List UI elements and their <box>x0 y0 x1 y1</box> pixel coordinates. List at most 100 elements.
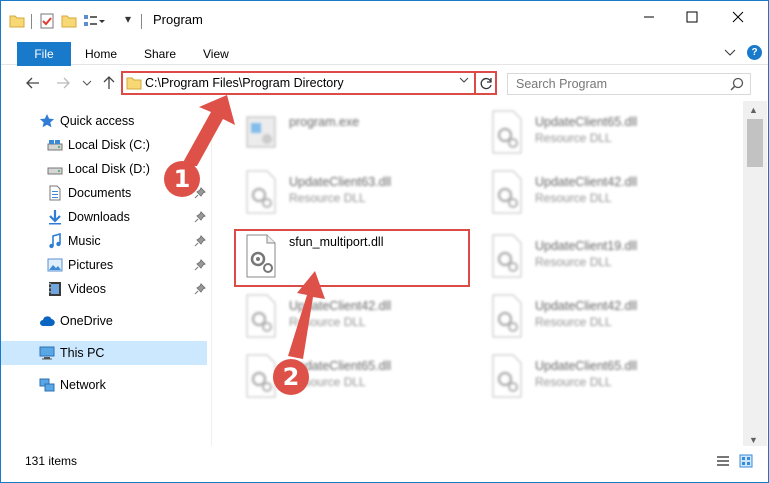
file-type: Resource DLL <box>535 191 612 205</box>
file-type: Resource DLL <box>535 315 612 329</box>
navigation-pane: Quick access Local Disk (C:) Local Disk … <box>1 101 211 446</box>
sidebar-item-label: Local Disk (C:) <box>68 138 150 152</box>
qat-dropdown-icon[interactable]: ▾ <box>125 12 131 28</box>
up-arrow-icon <box>103 76 115 89</box>
sidebar-item-quick-access[interactable]: Quick access <box>1 109 207 133</box>
callout-two: 2 <box>273 359 309 395</box>
file-item[interactable]: UpdateClient19.dll Resource DLL <box>481 227 711 283</box>
file-name: UpdateClient42.dll <box>535 175 638 189</box>
file-name: UpdateClient63.dll <box>289 175 392 189</box>
refresh-button[interactable] <box>474 73 496 93</box>
documents-icon <box>49 185 61 201</box>
new-folder-icon[interactable] <box>61 13 77 29</box>
file-item[interactable]: UpdateClient65.dll Resource DLL <box>481 347 711 403</box>
tab-file[interactable]: File <box>17 42 71 66</box>
pictures-icon <box>47 258 63 272</box>
sidebar-item-local-disk-c[interactable]: Local Disk (C:) <box>1 133 207 157</box>
file-item[interactable]: UpdateClient42.dll Resource DLL <box>481 287 711 343</box>
file-item[interactable]: UpdateClient42.dll Resource DLL <box>481 163 711 219</box>
cloud-icon <box>40 316 55 327</box>
back-button[interactable] <box>25 75 41 91</box>
dll-file-icon <box>246 170 276 214</box>
music-icon <box>49 233 61 249</box>
callout-one: 1 <box>164 161 200 197</box>
folder-icon <box>9 15 25 28</box>
pin-icon[interactable] <box>194 235 206 247</box>
customize-toolbar-icon[interactable] <box>83 13 105 29</box>
address-bar[interactable]: C:\Program Files\Program Directory <box>121 71 497 95</box>
toolbar-separator <box>31 14 32 29</box>
search-icon[interactable] <box>730 77 744 91</box>
folder-icon <box>126 77 142 90</box>
dll-file-icon <box>246 294 276 338</box>
explorer-window: ▾ Program File Home Share View ? C:\Prog… <box>0 0 769 483</box>
chevron-down-icon <box>82 80 92 86</box>
tab-view[interactable]: View <box>203 47 229 61</box>
computer-icon <box>39 346 55 360</box>
window-title: Program <box>153 12 203 27</box>
help-icon[interactable]: ? <box>747 45 762 60</box>
file-type: Resource DLL <box>289 315 366 329</box>
sidebar-item-pictures[interactable]: Pictures <box>1 253 207 277</box>
file-item[interactable]: program.exe <box>235 103 465 159</box>
title-bar: ▾ Program <box>1 1 768 39</box>
file-item[interactable]: UpdateClient65.dll Resource DLL <box>481 103 711 159</box>
pin-icon[interactable] <box>194 283 206 295</box>
sidebar-item-label: Music <box>68 234 101 248</box>
file-item[interactable]: UpdateClient63.dll Resource DLL <box>235 163 465 219</box>
ribbon-tabs: File Home Share View ? <box>1 39 768 66</box>
sidebar-item-label: Videos <box>68 282 106 296</box>
tab-home[interactable]: Home <box>85 47 117 61</box>
maximize-icon <box>686 11 698 23</box>
tab-share[interactable]: Share <box>144 47 176 61</box>
videos-icon <box>49 282 61 296</box>
dll-file-icon <box>492 234 522 278</box>
sidebar-item-label: Network <box>60 378 106 392</box>
exe-file-icon <box>246 116 276 148</box>
drive-icon <box>47 167 63 175</box>
properties-icon[interactable] <box>39 13 55 29</box>
expand-ribbon-icon[interactable] <box>724 49 736 57</box>
file-item[interactable]: UpdateClient65.dll Resource DLL <box>235 347 465 403</box>
file-item[interactable]: UpdateClient42.dll Resource DLL <box>235 287 465 343</box>
toolbar-separator <box>141 14 142 29</box>
minimize-button[interactable] <box>626 1 672 33</box>
search-box[interactable]: Search Program <box>507 73 751 95</box>
back-arrow-icon <box>26 77 39 89</box>
status-bar: 131 items <box>1 446 768 482</box>
sidebar-item-label: Quick access <box>60 114 135 128</box>
forward-arrow-icon <box>57 77 70 89</box>
up-button[interactable] <box>101 75 117 91</box>
recent-locations-button[interactable] <box>79 75 95 91</box>
scroll-up-icon[interactable]: ▲ <box>749 105 758 115</box>
maximize-button[interactable] <box>669 1 715 33</box>
file-name: UpdateClient65.dll <box>535 359 638 373</box>
network-icon <box>39 378 55 392</box>
sidebar-item-onedrive[interactable]: OneDrive <box>1 309 207 333</box>
drive-icon <box>47 140 63 151</box>
large-icons-view-icon[interactable] <box>739 454 753 468</box>
dll-file-icon <box>492 170 522 214</box>
file-name: UpdateClient42.dll <box>535 299 638 313</box>
close-button[interactable] <box>715 1 761 33</box>
scroll-thumb[interactable] <box>747 119 763 167</box>
sidebar-item-label: Documents <box>68 186 132 200</box>
sidebar-item-videos[interactable]: Videos <box>1 277 207 301</box>
scroll-down-icon[interactable]: ▼ <box>749 435 758 445</box>
dll-file-icon <box>492 354 522 398</box>
address-dropdown-icon[interactable] <box>459 76 469 87</box>
sidebar-item-network[interactable]: Network <box>1 373 207 397</box>
pin-icon[interactable] <box>194 259 206 271</box>
details-view-icon[interactable] <box>716 454 730 468</box>
forward-button[interactable] <box>55 75 71 91</box>
vertical-scrollbar[interactable]: ▲ ▼ <box>743 101 767 446</box>
dll-file-icon <box>492 294 522 338</box>
file-type: Resource DLL <box>535 131 612 145</box>
sidebar-item-this-pc[interactable]: This PC <box>1 341 207 365</box>
sidebar-item-downloads[interactable]: Downloads <box>1 205 207 229</box>
sidebar-item-music[interactable]: Music <box>1 229 207 253</box>
file-type: Resource DLL <box>535 255 612 269</box>
pane-divider[interactable] <box>211 101 212 446</box>
sidebar-item-label: Local Disk (D:) <box>68 162 150 176</box>
pin-icon[interactable] <box>194 211 206 223</box>
